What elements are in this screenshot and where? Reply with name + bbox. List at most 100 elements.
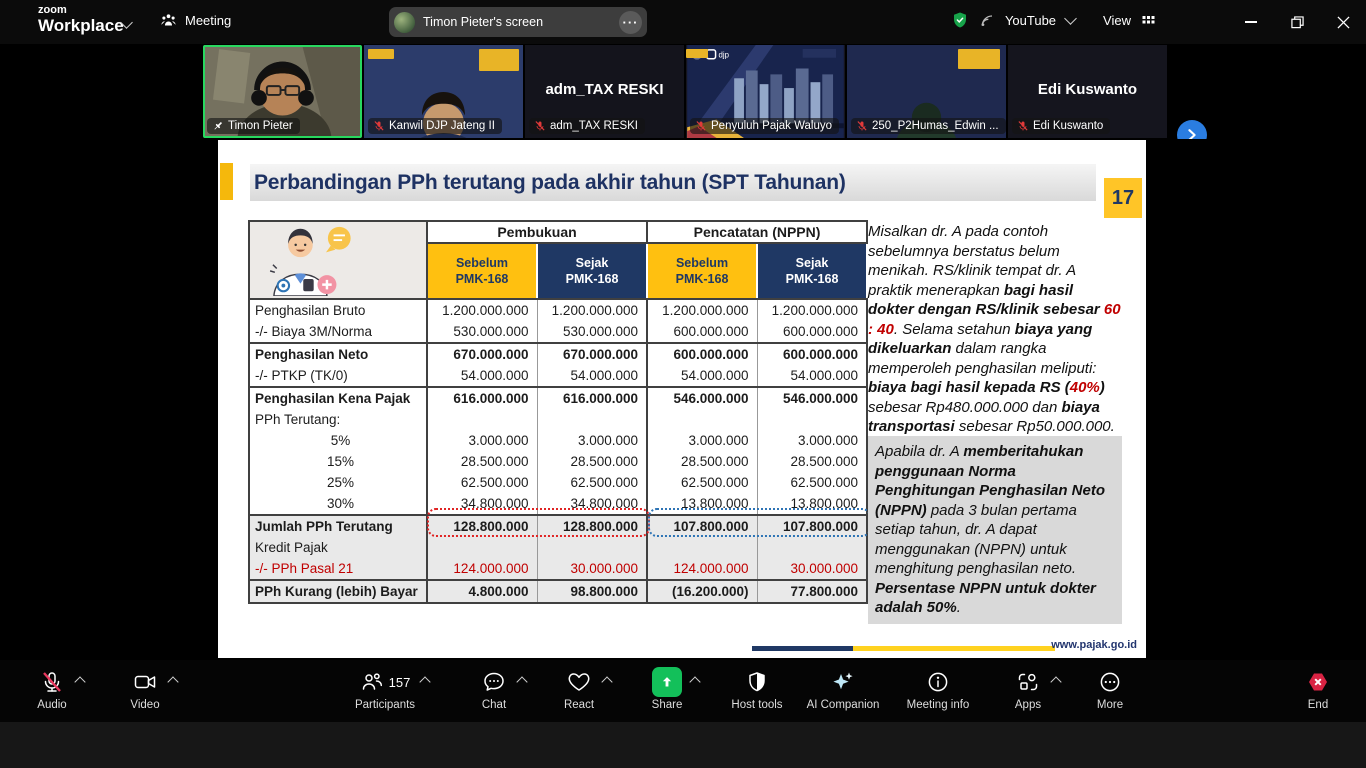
participant-name: Edi Kuswanto: [1033, 120, 1103, 132]
chat-button[interactable]: Chat: [448, 668, 540, 711]
note-text-segment: ): [1100, 379, 1105, 396]
participants-button[interactable]: 157 Participants: [330, 668, 440, 711]
chat-icon: [482, 670, 506, 694]
table-cell: 28.500.000: [647, 451, 757, 472]
live-stream-icon: [979, 12, 995, 28]
table-col-header: Sejak PMK-168: [537, 243, 647, 299]
table-cell: 30.000.000: [537, 558, 647, 580]
participant-name-pill: 250_P2Humas_Edwin ...: [851, 118, 1006, 134]
youtube-label[interactable]: YouTube: [1005, 13, 1056, 28]
share-options-ellipsis-button[interactable]: ···: [619, 11, 642, 34]
mic-muted-icon: [1017, 120, 1029, 132]
corner-badge: [479, 49, 519, 71]
table-cell: 3.000.000: [427, 430, 537, 451]
mic-muted-icon: [856, 120, 868, 132]
table-row-label: Penghasilan Bruto: [249, 299, 427, 321]
table-cell: 54.000.000: [647, 365, 757, 387]
table-row-label: -/- PPh Pasal 21: [249, 558, 427, 580]
table-row: Penghasilan Bruto1.200.000.0001.200.000.…: [249, 299, 867, 321]
restore-button[interactable]: [1274, 0, 1320, 44]
audio-button[interactable]: Audio: [6, 668, 98, 711]
table-cell: 616.000.000: [427, 387, 537, 409]
table-cell: 13.800.000: [757, 493, 867, 515]
table-cell: 600.000.000: [757, 343, 867, 365]
video-tile-edi-kuswanto[interactable]: Edi Kuswanto Edi Kuswanto: [1008, 45, 1167, 138]
svg-text:djp: djp: [719, 51, 730, 60]
video-tile-kanwil-djp[interactable]: Kanwil DJP Jateng II: [364, 45, 523, 138]
table-row-label: 5%: [249, 430, 427, 451]
react-button[interactable]: React: [533, 668, 625, 711]
table-cell: [537, 537, 647, 558]
table-row: PPh Terutang:: [249, 409, 867, 430]
more-button[interactable]: More: [1064, 668, 1156, 711]
table-cell: 34.800.000: [537, 493, 647, 515]
slide-page-number: 17: [1104, 178, 1142, 218]
presentation-slide: Perbandingan PPh terutang pada akhir tah…: [218, 140, 1146, 658]
zoom-meeting-window: zoom Workplace Meeting Timon Pieter's sc…: [0, 0, 1366, 768]
table-cell: 616.000.000: [537, 387, 647, 409]
ai-companion-label: AI Companion: [797, 699, 889, 711]
screen-share-pill[interactable]: Timon Pieter's screen ···: [389, 7, 647, 37]
video-tile-p2humas-edwin[interactable]: 250_P2Humas_Edwin ...: [847, 45, 1006, 138]
table-row-label: 25%: [249, 472, 427, 493]
table-cell: 98.800.000: [537, 580, 647, 603]
meeting-toolbar: Audio Video 157 Participants Chat React: [0, 660, 1366, 722]
table-cell: 670.000.000: [537, 343, 647, 365]
note-text-segment: . Selama setahun: [894, 321, 1015, 338]
tab-meeting[interactable]: Meeting: [160, 12, 231, 29]
video-tile-timon-pieter[interactable]: Timon Pieter: [203, 45, 362, 138]
table-cell: 4.800.000: [427, 580, 537, 603]
table-cell: 62.500.000: [757, 472, 867, 493]
table-group-header: Pencatatan (NPPN): [647, 221, 867, 243]
video-tile-adm-tax-reski[interactable]: adm_TAX RESKI adm_TAX RESKI: [525, 45, 684, 138]
footer-bar-navy: [752, 646, 853, 651]
table-cell: [757, 537, 867, 558]
view-button[interactable]: View: [1103, 13, 1131, 28]
table-cell: 600.000.000: [647, 343, 757, 365]
table-col-header: Sejak PMK-168: [757, 243, 867, 299]
video-label: Video: [99, 699, 191, 711]
heart-icon: [567, 670, 591, 694]
more-ellipsis-icon: [1098, 670, 1122, 694]
table-cell: 28.500.000: [427, 451, 537, 472]
table-cell: 54.000.000: [757, 365, 867, 387]
slide-note-2: Apabila dr. A memberitahukan penggunaan …: [868, 436, 1122, 624]
table-cell: [537, 409, 647, 430]
workplace-chevron-icon[interactable]: [122, 18, 131, 27]
apps-label: Apps: [982, 699, 1074, 711]
note-text-segment: sebesar Rp480.000.000 dan: [868, 399, 1061, 416]
share-label: Share: [621, 699, 713, 711]
video-button[interactable]: Video: [99, 668, 191, 711]
table-row: -/- Biaya 3M/Norma530.000.000530.000.000…: [249, 321, 867, 343]
host-tools-button[interactable]: Host tools: [711, 668, 803, 711]
slide-title: Perbandingan PPh terutang pada akhir tah…: [250, 164, 1096, 201]
table-cell: 670.000.000: [427, 343, 537, 365]
share-button[interactable]: Share: [621, 668, 713, 711]
table-cell: 62.500.000: [427, 472, 537, 493]
note-text-segment: biaya bagi hasil kepada RS (: [868, 379, 1070, 396]
youtube-chevron-icon[interactable]: [1064, 12, 1077, 25]
meeting-info-button[interactable]: Meeting info: [892, 668, 984, 711]
note-text-segment: 40%: [1070, 379, 1100, 396]
tax-comparison-table: PembukuanPencatatan (NPPN)Sebelum PMK-16…: [248, 220, 868, 604]
ai-companion-button[interactable]: AI Companion: [797, 668, 889, 711]
view-grid-icon: [1141, 13, 1156, 28]
end-button[interactable]: End: [1272, 668, 1364, 711]
host-tools-label: Host tools: [711, 699, 803, 711]
close-button[interactable]: [1320, 0, 1366, 44]
zoom-workplace-logo: zoom Workplace: [38, 5, 124, 34]
windows-taskbar: zm X W e zm: [0, 722, 1366, 768]
shared-screen-stage: Perbandingan PPh terutang pada akhir tah…: [0, 139, 1366, 660]
table-cell: 77.800.000: [757, 580, 867, 603]
minimize-button[interactable]: [1228, 0, 1274, 44]
table-cell: [757, 409, 867, 430]
apps-button[interactable]: Apps: [982, 668, 1074, 711]
table-row: 5%3.000.0003.000.0003.000.0003.000.000: [249, 430, 867, 451]
table-row-label: -/- Biaya 3M/Norma: [249, 321, 427, 343]
table-group-header: Pembukuan: [427, 221, 647, 243]
table-row: Penghasilan Kena Pajak616.000.000616.000…: [249, 387, 867, 409]
video-tile-penyuluh-pajak[interactable]: djp Penyuluh Pajak Waluyo: [686, 45, 845, 138]
participants-count: 157: [389, 675, 411, 690]
table-row-label: 15%: [249, 451, 427, 472]
table-cell: 28.500.000: [537, 451, 647, 472]
